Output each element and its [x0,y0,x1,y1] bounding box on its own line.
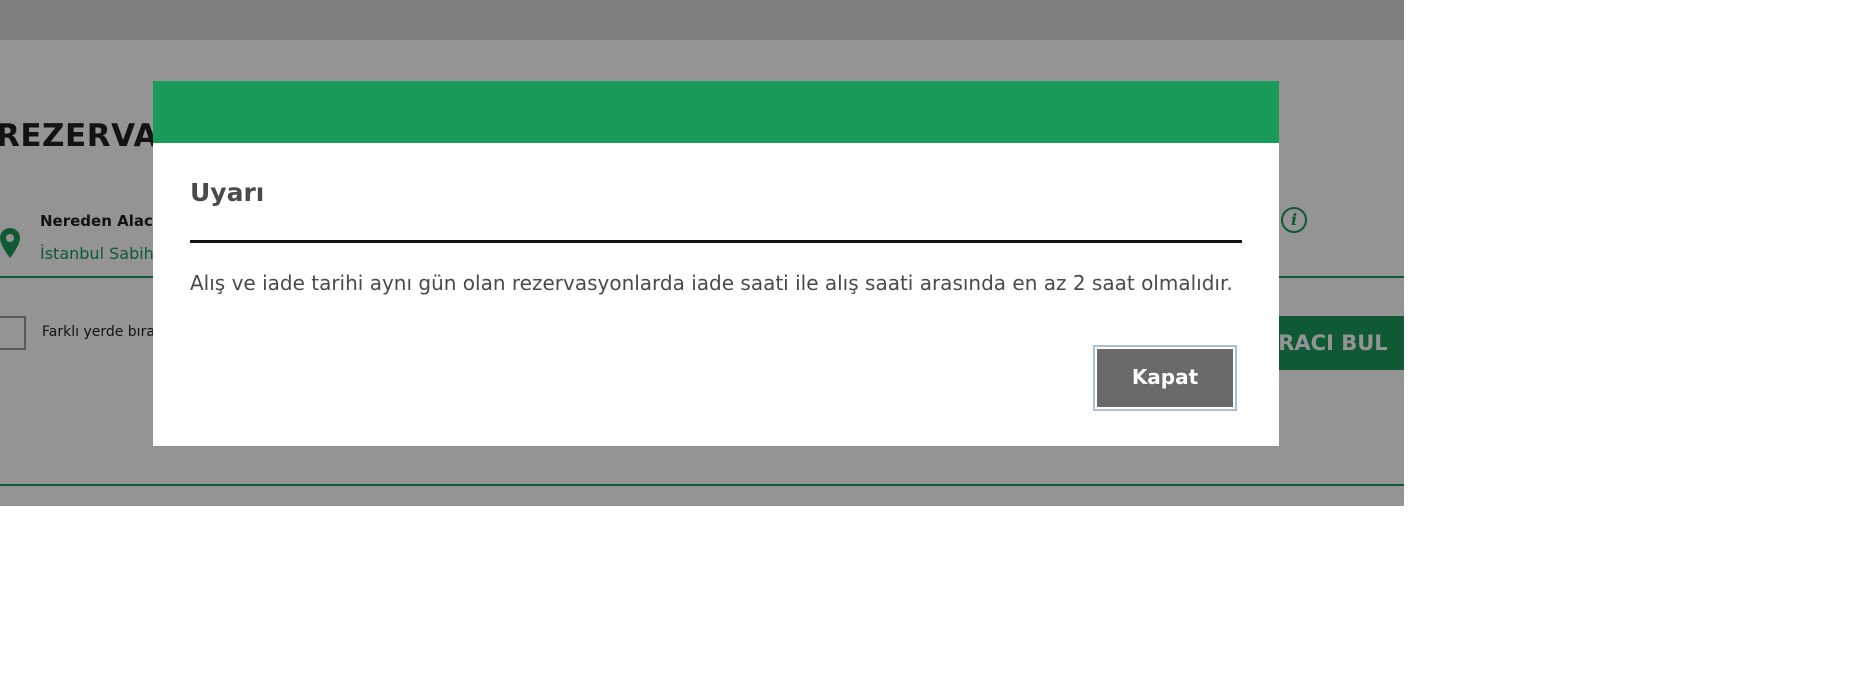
dialog-title-divider [190,240,1242,243]
dialog-header-bar [153,81,1279,143]
close-button[interactable]: Kapat [1093,345,1237,411]
warning-dialog: Uyarı Alış ve iade tarihi aynı gün olan … [153,81,1279,446]
dialog-message: Alış ve iade tarihi aynı gün olan rezerv… [190,271,1233,295]
dialog-title: Uyarı [190,178,265,207]
